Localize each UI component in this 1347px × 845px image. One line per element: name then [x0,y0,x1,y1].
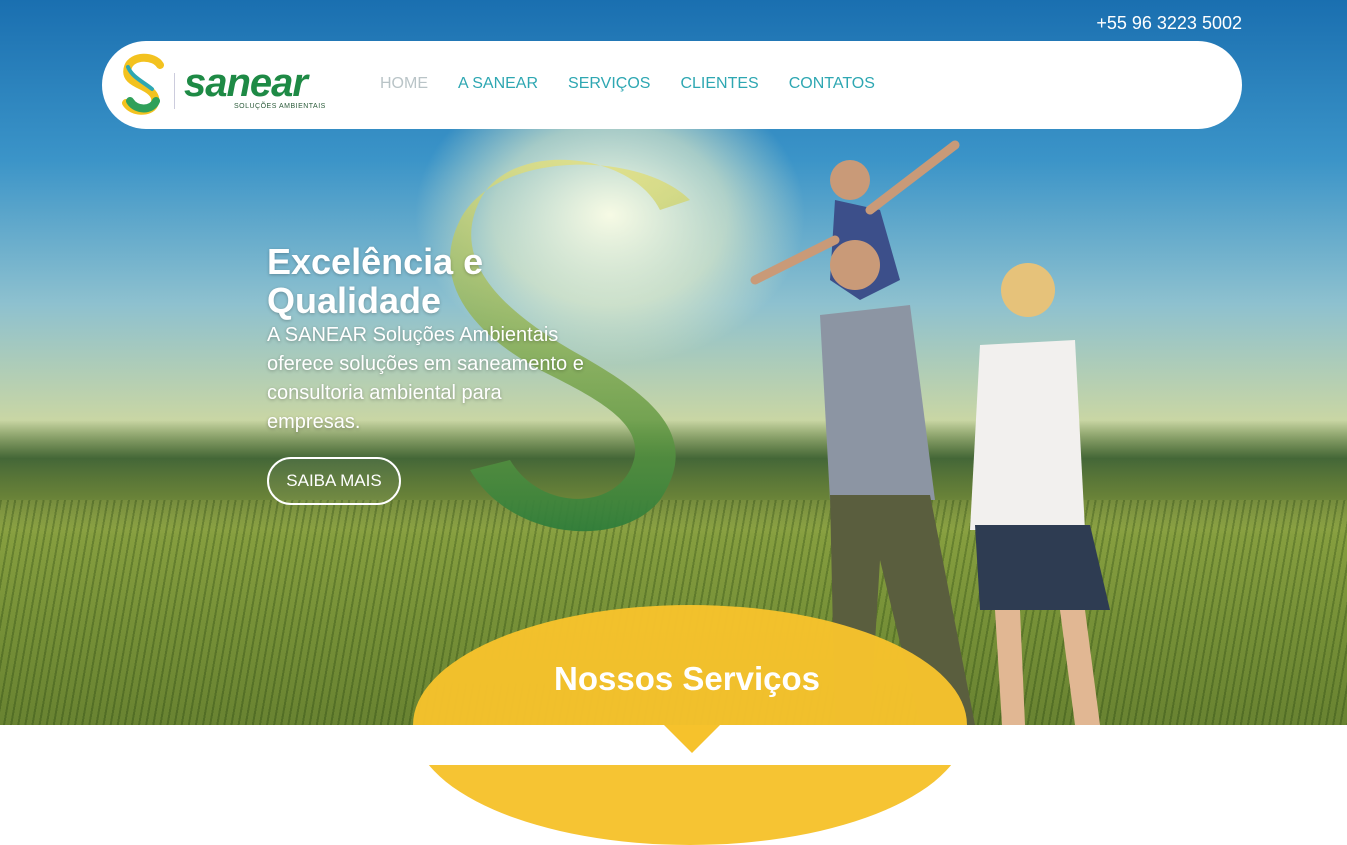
top-navigation-bar: sanear SOLUÇÕES AMBIENTAIS HOME A SANEAR… [102,41,1242,129]
logo-tagline: SOLUÇÕES AMBIENTAIS [234,103,326,110]
nav-a-sanear[interactable]: A SANEAR [458,75,538,93]
main-menu: HOME A SANEAR SERVIÇOS CLIENTES CONTATOS [380,75,875,93]
services-section-title: Nossos Serviços [554,660,820,697]
logo-divider [174,73,175,109]
saiba-mais-button[interactable]: SAIBA MAIS [267,457,401,505]
nav-home[interactable]: HOME [380,75,428,93]
phone-number: +55 96 3223 5002 [1096,13,1242,33]
s-logo-icon [122,53,164,115]
nav-clientes[interactable]: CLIENTES [680,75,758,93]
nav-contatos[interactable]: CONTATOS [789,75,875,93]
nav-servicos[interactable]: SERVIÇOS [568,75,650,93]
hero-headline: Excelência e Qualidade [267,241,484,321]
hero-description: A SANEAR Soluções Ambientais oferece sol… [267,324,584,433]
down-arrow-icon[interactable] [664,725,720,753]
logo-wordmark: sanear [184,61,308,105]
sanear-logo[interactable]: sanear SOLUÇÕES AMBIENTAIS [122,51,337,117]
